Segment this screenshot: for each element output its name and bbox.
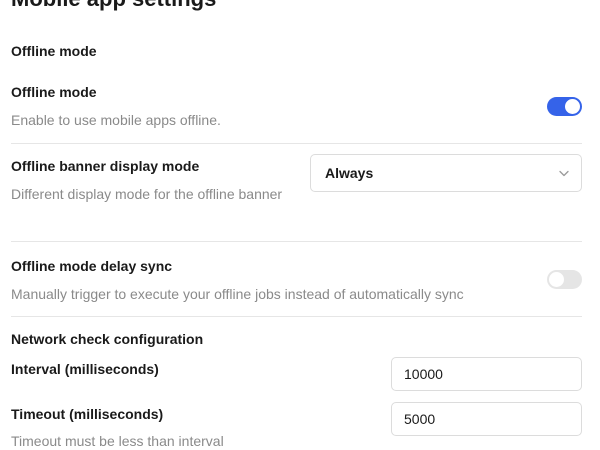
banner-display-label: Offline banner display mode <box>11 158 200 174</box>
timeout-input[interactable] <box>391 402 582 436</box>
interval-label: Interval (milliseconds) <box>11 361 159 377</box>
banner-display-description: Different display mode for the offline b… <box>11 186 283 202</box>
chevron-down-icon <box>559 170 569 177</box>
divider <box>11 143 582 144</box>
offline-mode-toggle[interactable] <box>547 97 582 116</box>
delay-sync-label: Offline mode delay sync <box>11 258 173 274</box>
timeout-label: Timeout (milliseconds) <box>11 406 164 422</box>
divider <box>11 316 582 317</box>
offline-mode-label: Offline mode <box>11 84 97 100</box>
network-check-title: Network check configuration <box>11 331 204 347</box>
offline-section-title: Offline mode <box>11 43 97 59</box>
delay-sync-toggle[interactable] <box>547 270 582 289</box>
banner-display-select[interactable]: Always <box>310 154 582 192</box>
page-title: Mobile app settings <box>11 0 216 12</box>
toggle-knob <box>565 99 580 114</box>
banner-display-selected-value: Always <box>325 165 374 181</box>
timeout-hint: Timeout must be less than interval <box>11 433 224 449</box>
offline-mode-description: Enable to use mobile apps offline. <box>11 112 221 128</box>
interval-input[interactable] <box>391 357 582 391</box>
settings-page: Mobile app settings Offline mode Offline… <box>0 0 600 450</box>
divider <box>11 241 582 242</box>
toggle-knob <box>549 272 564 287</box>
delay-sync-description: Manually trigger to execute your offline… <box>11 286 464 302</box>
